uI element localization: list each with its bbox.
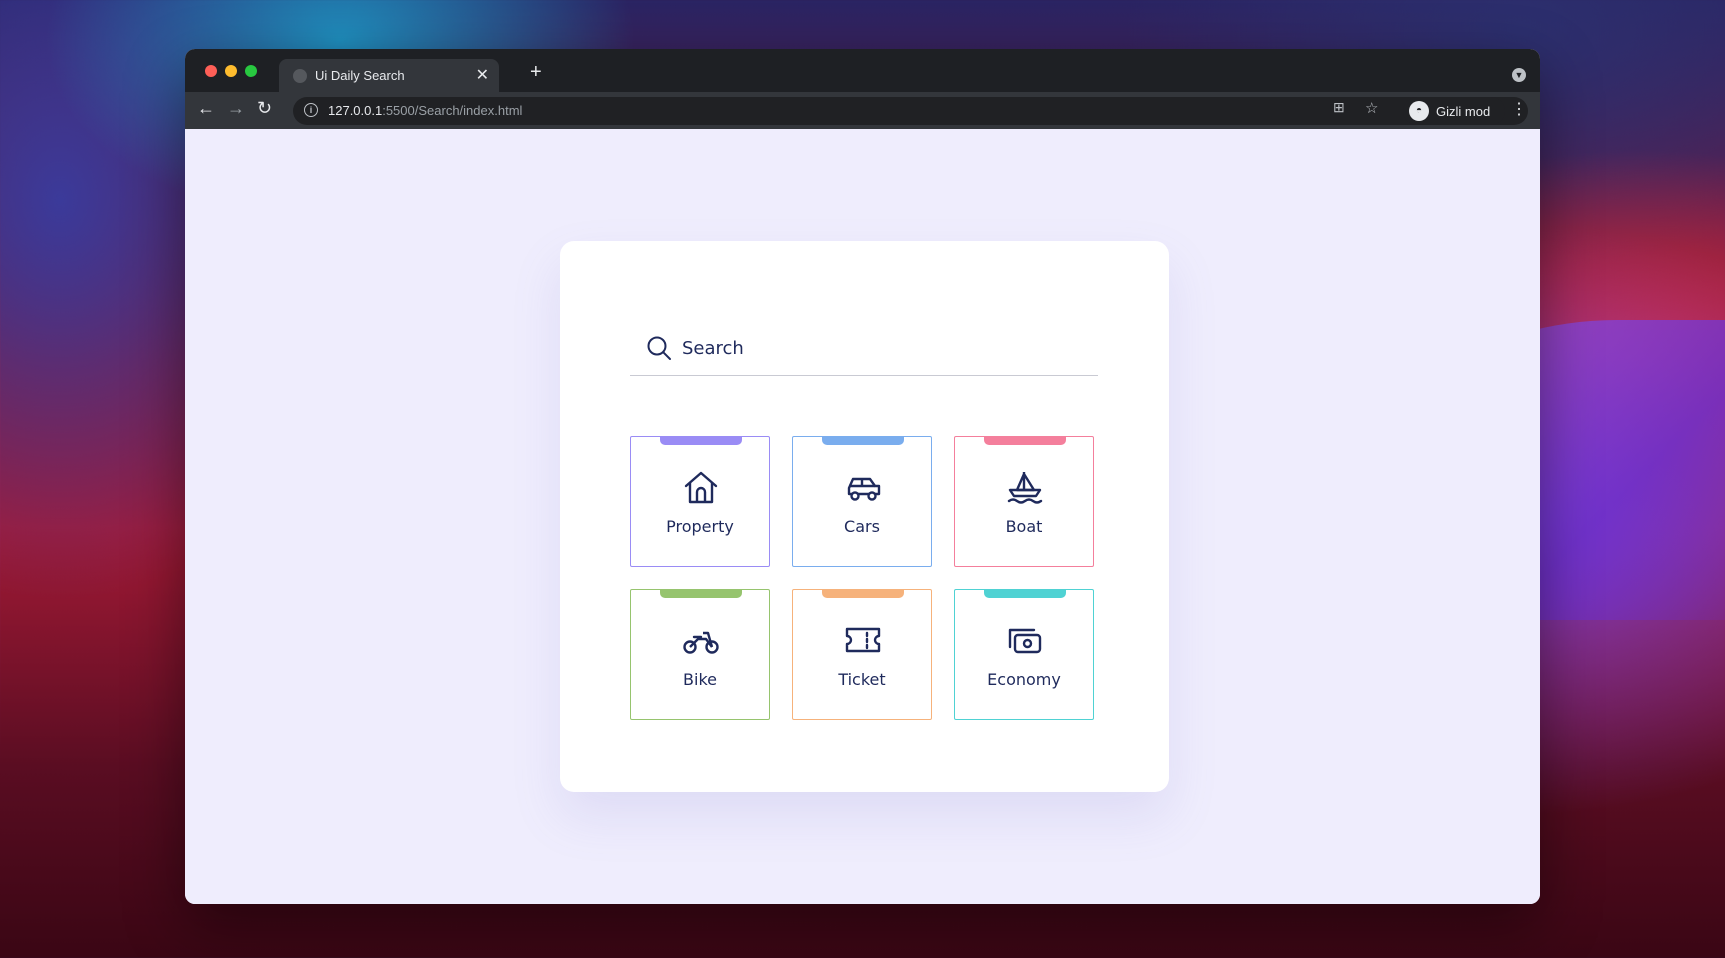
url-host: 127.0.0.1: [328, 103, 383, 118]
search-input[interactable]: [680, 336, 1064, 360]
incognito-icon: ◓: [1409, 101, 1429, 121]
category-label: Boat: [1005, 517, 1043, 536]
category-label: Ticket: [838, 670, 886, 689]
tile-accent: [822, 589, 904, 598]
category-tile-bike[interactable]: Bike: [630, 589, 770, 720]
minimize-window-button[interactable]: [225, 65, 237, 77]
tab-search-icon[interactable]: ▼: [1512, 68, 1526, 82]
tile-accent: [660, 436, 742, 445]
window-controls: [205, 65, 257, 77]
maximize-window-button[interactable]: [245, 65, 257, 77]
sailboat-icon: [1007, 472, 1043, 504]
category-label: Cars: [844, 517, 880, 536]
translate-icon[interactable]: ⊞: [1333, 99, 1345, 116]
profile-label: Gizli mod: [1436, 103, 1491, 119]
more-options-icon[interactable]: ⋮: [1511, 99, 1527, 119]
house-icon: [684, 471, 718, 504]
money-icon: [1008, 628, 1042, 654]
category-label: Economy: [987, 670, 1061, 689]
browser-window: Ui Daily Search ✕ + ▼ ← → ↻ i 127.0.0.1:…: [185, 49, 1540, 904]
search-bar: [630, 321, 1098, 376]
tile-accent: [984, 436, 1066, 445]
category-label: Bike: [683, 670, 717, 689]
forward-arrow-icon[interactable]: →: [227, 98, 245, 119]
url-text: 127.0.0.1:5500/Search/index.html: [328, 103, 522, 118]
globe-icon: [293, 69, 307, 83]
tile-accent: [822, 436, 904, 445]
info-icon[interactable]: i: [304, 103, 318, 117]
category-tile-property[interactable]: Property: [630, 436, 770, 567]
category-tile-economy[interactable]: Economy: [954, 589, 1094, 720]
browser-tab[interactable]: Ui Daily Search ✕: [279, 59, 499, 92]
tile-accent: [660, 589, 742, 598]
search-icon: [647, 336, 671, 360]
category-label: Property: [666, 517, 734, 536]
new-tab-icon[interactable]: +: [530, 61, 542, 84]
close-window-button[interactable]: [205, 65, 217, 77]
tab-title: Ui Daily Search: [315, 68, 405, 83]
category-tile-cars[interactable]: Cars: [792, 436, 932, 567]
bookmark-star-icon[interactable]: ☆: [1365, 99, 1378, 117]
car-icon: [847, 477, 881, 501]
browser-toolbar: ← → ↻ i 127.0.0.1:5500/Search/index.html…: [185, 92, 1540, 129]
motorcycle-icon: [683, 631, 719, 654]
search-card: Property Cars: [560, 241, 1169, 792]
tile-accent: [984, 589, 1066, 598]
url-path: :5500/Search/index.html: [382, 103, 523, 118]
back-arrow-icon[interactable]: ←: [197, 98, 215, 119]
close-tab-icon[interactable]: ✕: [476, 65, 489, 85]
incognito-profile-button[interactable]: ◓ Gizli mod: [1403, 97, 1505, 125]
category-tile-boat[interactable]: Boat: [954, 436, 1094, 567]
reload-icon[interactable]: ↻: [257, 98, 272, 119]
ticket-icon: [845, 627, 881, 653]
page-viewport: Property Cars: [185, 129, 1540, 904]
category-tile-ticket[interactable]: Ticket: [792, 589, 932, 720]
title-bar: Ui Daily Search ✕ + ▼: [185, 49, 1540, 92]
